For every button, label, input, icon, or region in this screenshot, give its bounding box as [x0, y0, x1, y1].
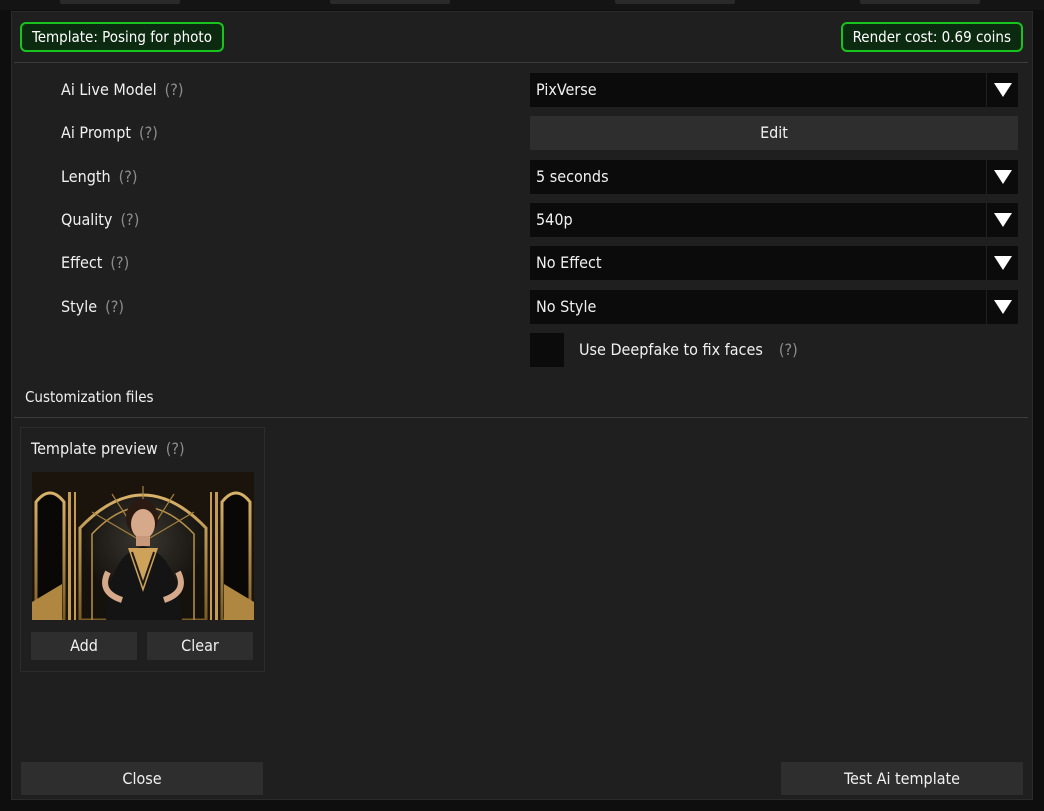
effect-select[interactable]: No Effect	[530, 246, 1018, 280]
setting-label-quality: Quality (?)	[61, 210, 140, 229]
select-value: No Style	[536, 297, 597, 316]
ai-live-model-select[interactable]: PixVerse	[530, 73, 1018, 107]
template-preview-title: Template preview (?)	[31, 439, 185, 458]
setting-label-length: Length (?)	[61, 167, 138, 186]
triangle-down-icon[interactable]	[986, 290, 1018, 324]
select-value: No Effect	[536, 253, 602, 272]
close-button[interactable]: Close	[21, 762, 263, 795]
setting-label-style: Style (?)	[61, 297, 125, 316]
help-icon[interactable]: (?)	[166, 439, 185, 458]
add-preview-button[interactable]: Add	[31, 632, 137, 660]
help-icon[interactable]: (?)	[120, 210, 139, 229]
template-preview-image	[32, 472, 254, 620]
length-select[interactable]: 5 seconds	[530, 160, 1018, 194]
section-divider	[14, 417, 1028, 418]
template-settings-dialog: Template: Posing for photo Render cost: …	[11, 11, 1033, 800]
style-select[interactable]: No Style	[530, 290, 1018, 324]
triangle-down-icon[interactable]	[986, 160, 1018, 194]
help-icon[interactable]: (?)	[165, 80, 184, 99]
help-icon[interactable]: (?)	[110, 253, 129, 272]
select-value: 540p	[536, 210, 573, 229]
setting-label-effect: Effect (?)	[61, 253, 130, 272]
deepfake-checkbox[interactable]	[530, 333, 564, 367]
test-ai-template-button[interactable]: Test Ai template	[781, 762, 1023, 795]
help-icon[interactable]: (?)	[105, 297, 124, 316]
triangle-down-icon[interactable]	[986, 246, 1018, 280]
setting-label-ai-prompt: Ai Prompt (?)	[61, 123, 158, 142]
background-window-strip	[0, 0, 1044, 10]
deepfake-checkbox-label[interactable]: Use Deepfake to fix faces (?)	[579, 340, 798, 359]
template-preview-card: Template preview (?) Add Clear	[20, 427, 265, 672]
clear-preview-button[interactable]: Clear	[147, 632, 253, 660]
help-icon[interactable]: (?)	[779, 340, 798, 359]
select-value: 5 seconds	[536, 167, 609, 186]
art-deco-portrait-image	[32, 472, 254, 620]
edit-prompt-button[interactable]: Edit	[530, 116, 1018, 150]
triangle-down-icon[interactable]	[986, 73, 1018, 107]
header-divider	[14, 62, 1028, 63]
setting-label-ai-live-model: Ai Live Model (?)	[61, 80, 184, 99]
render-cost-badge: Render cost: 0.69 coins	[840, 22, 1023, 52]
template-name-badge: Template: Posing for photo	[20, 22, 224, 52]
select-value: PixVerse	[536, 80, 597, 99]
quality-select[interactable]: 540p	[530, 203, 1018, 237]
triangle-down-icon[interactable]	[986, 203, 1018, 237]
help-icon[interactable]: (?)	[139, 123, 158, 142]
customization-files-title: Customization files	[25, 388, 154, 406]
help-icon[interactable]: (?)	[119, 167, 138, 186]
